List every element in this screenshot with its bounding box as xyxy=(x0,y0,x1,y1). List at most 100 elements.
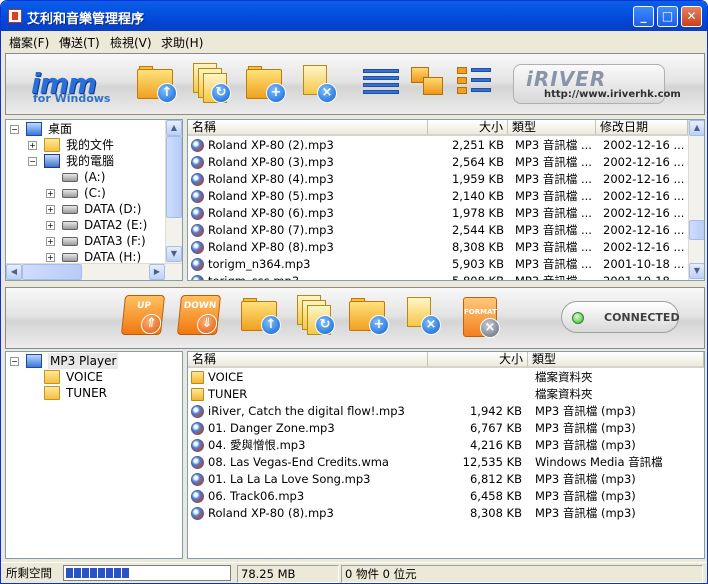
audio-file-icon xyxy=(191,439,204,452)
list-item[interactable]: Roland XP-80 (6).mp3 1,978 KB MP3 音訊檔 ... 2… xyxy=(188,205,688,222)
download-to-pc-button[interactable]: DOWN ⇓ xyxy=(176,295,222,335)
expand-icon[interactable]: + xyxy=(46,237,55,246)
file-name: torigm_n364.mp3 xyxy=(208,257,311,271)
pc-folder-tree[interactable]: − 桌面 + 我的文件 − 我的電腦 (A:) + (C:) + DATA (D… xyxy=(5,119,183,281)
expand-icon[interactable]: + xyxy=(46,221,55,230)
list-item[interactable]: Roland XP-80 (7).mp3 2,544 KB MP3 音訊檔 ... 2… xyxy=(188,222,688,239)
list-item[interactable]: Roland XP-80 (4).mp3 1,959 KB MP3 音訊檔 ... 2… xyxy=(188,171,688,188)
player-sync-button[interactable]: ↻ xyxy=(295,295,335,335)
file-type: MP3 音訊檔 (mp3) xyxy=(535,506,636,520)
expand-icon[interactable]: + xyxy=(28,141,37,150)
list-item[interactable]: Roland XP-80 (8).mp3 8,308 KB MP3 音訊檔 ... 2… xyxy=(188,239,688,256)
upload-to-player-button[interactable]: UP ⇑ xyxy=(120,295,166,335)
view-icons-button[interactable] xyxy=(411,67,447,97)
expand-icon[interactable]: + xyxy=(46,253,55,262)
list-item[interactable]: iRiver, Catch the digital flow!.mp3 1,942… xyxy=(188,403,704,420)
tree-node-label: TUNER xyxy=(66,386,108,400)
tree-node-label: MP3 Player xyxy=(48,353,119,369)
tree-node-label: 我的電腦 xyxy=(66,154,115,168)
title-bar[interactable]: 艾利和音樂管理程序 _ □ ✕ xyxy=(1,1,707,31)
scroll-right-icon[interactable]: ▶ xyxy=(149,264,165,280)
column-header-name[interactable]: 名稱 xyxy=(188,120,428,136)
menu-transfer[interactable]: 傳送(T) xyxy=(59,34,100,51)
list-item[interactable]: 01. La La La Love Song.mp3 6,812 KB MP3 音訊… xyxy=(188,471,704,488)
player-upload-folder-button[interactable]: ↑ xyxy=(239,297,281,335)
player-file-list[interactable]: 名稱 大小 類型 VOICE 檔案資料夾 TUNER 檔案資料夾 iRiver, Cat… xyxy=(187,351,705,559)
minimize-button[interactable]: _ xyxy=(633,6,654,27)
list-vertical-scrollbar[interactable]: ▲ ▼ xyxy=(688,120,704,280)
list-item[interactable]: Roland XP-80 (2).mp3 2,251 KB MP3 音訊檔 ... 2… xyxy=(188,137,688,154)
column-header-name[interactable]: 名稱 xyxy=(188,352,428,368)
file-size: 1,942 KB xyxy=(469,404,522,418)
scroll-left-icon[interactable]: ◀ xyxy=(6,264,22,280)
folder-icon xyxy=(191,388,204,401)
list-item[interactable]: torigm_n364.mp3 5,903 KB MP3 音訊檔 ... 2001-1… xyxy=(188,256,688,273)
player-delete-button[interactable]: × xyxy=(403,295,443,335)
scroll-thumb[interactable] xyxy=(22,264,82,280)
tree-vertical-scrollbar[interactable]: ▲ ▼ xyxy=(165,120,182,263)
hard-drive-icon xyxy=(62,205,78,214)
audio-file-icon xyxy=(191,173,204,186)
scroll-thumb[interactable] xyxy=(166,136,182,218)
scroll-down-icon[interactable]: ▼ xyxy=(689,263,704,279)
list-item[interactable]: torigm_sss.mp3 5,808 KB MP3 音訊檔 ... 2001-10… xyxy=(188,273,688,280)
menu-help[interactable]: 求助(H) xyxy=(161,34,203,51)
delete-x-icon: × xyxy=(480,318,500,338)
expand-icon[interactable]: + xyxy=(46,205,55,214)
sync-files-button[interactable]: ↻ xyxy=(191,63,231,103)
column-header-size[interactable]: 大小 xyxy=(428,120,508,136)
maximize-button[interactable]: □ xyxy=(657,6,678,27)
file-type: MP3 音訊檔 ... xyxy=(515,138,592,152)
delete-file-button[interactable]: × xyxy=(299,63,339,103)
file-size: 2,544 KB xyxy=(451,223,504,237)
new-folder-button[interactable]: + xyxy=(244,65,286,103)
collapse-icon[interactable]: − xyxy=(10,357,19,366)
list-item[interactable]: VOICE 檔案資料夾 xyxy=(188,369,704,386)
meter-segment xyxy=(82,568,89,578)
pc-file-list[interactable]: 名稱 大小 類型 修改日期 Roland XP-80 (2).mp3 2,251 … xyxy=(187,119,705,281)
close-button[interactable]: ✕ xyxy=(681,6,702,27)
scroll-up-icon[interactable]: ▲ xyxy=(166,120,182,136)
format-player-button[interactable]: FORMAT × xyxy=(463,297,500,338)
column-header-modified[interactable]: 修改日期 xyxy=(596,120,688,136)
audio-file-icon xyxy=(191,207,204,220)
column-header-type[interactable]: 類型 xyxy=(508,120,596,136)
list-item[interactable]: Roland XP-80 (3).mp3 2,564 KB MP3 音訊檔 ... 2… xyxy=(188,154,688,171)
folder-icon xyxy=(44,138,60,152)
collapse-icon[interactable]: − xyxy=(28,157,37,166)
status-led-icon xyxy=(572,312,584,324)
scroll-thumb[interactable] xyxy=(689,220,704,240)
player-folder-tree[interactable]: − MP3 Player VOICE TUNER xyxy=(5,351,183,559)
scroll-up-icon[interactable]: ▲ xyxy=(689,120,704,136)
list-item[interactable]: 01. Danger Zone.mp3 6,767 KB MP3 音訊檔 (mp3) xyxy=(188,420,704,437)
tree-node-label: (C:) xyxy=(84,186,106,200)
menu-view[interactable]: 檢視(V) xyxy=(110,34,152,51)
collapse-icon[interactable]: − xyxy=(10,125,19,134)
menu-file[interactable]: 檔案(F) xyxy=(9,34,49,51)
expand-icon[interactable]: + xyxy=(46,189,55,198)
meter-segment xyxy=(66,568,73,578)
app-icon[interactable] xyxy=(8,9,22,23)
column-header-size[interactable]: 大小 xyxy=(428,352,528,368)
upload-folder-button[interactable]: ↑ xyxy=(135,65,177,103)
column-header-type[interactable]: 類型 xyxy=(528,352,704,368)
list-item[interactable]: Roland XP-80 (8).mp3 8,308 KB MP3 音訊檔 (mp3… xyxy=(188,505,704,522)
list-item[interactable]: TUNER 檔案資料夾 xyxy=(188,386,704,403)
scroll-down-icon[interactable]: ▼ xyxy=(166,246,182,262)
tree-horizontal-scrollbar[interactable]: ◀ ▶ xyxy=(6,263,182,280)
player-new-folder-button[interactable]: + xyxy=(347,297,389,335)
list-item[interactable]: Roland XP-80 (5).mp3 2,140 KB MP3 音訊檔 ... 2… xyxy=(188,188,688,205)
iriver-logo-banner[interactable]: iRIVER http://www.iriverhk.com xyxy=(513,64,681,104)
list-item[interactable]: 06. Track06.mp3 6,458 KB MP3 音訊檔 (mp3) xyxy=(188,488,704,505)
delete-x-icon: × xyxy=(317,83,337,103)
list-item[interactable]: 04. 愛與憎恨.mp3 4,216 KB MP3 音訊檔 (mp3) xyxy=(188,437,704,454)
view-details-button[interactable] xyxy=(363,69,399,99)
list-item[interactable]: 08. Las Vegas-End Credits.wma 12,535 KB Wi… xyxy=(188,454,704,471)
desktop-icon xyxy=(26,122,42,136)
file-modified: 2002-12-16 ... xyxy=(603,223,685,237)
view-list-button[interactable] xyxy=(457,67,493,97)
connection-status-label: CONNECTED xyxy=(604,311,680,324)
file-size: 5,903 KB xyxy=(451,257,504,271)
folder-icon xyxy=(44,386,60,400)
file-type: MP3 音訊檔 ... xyxy=(515,257,592,271)
